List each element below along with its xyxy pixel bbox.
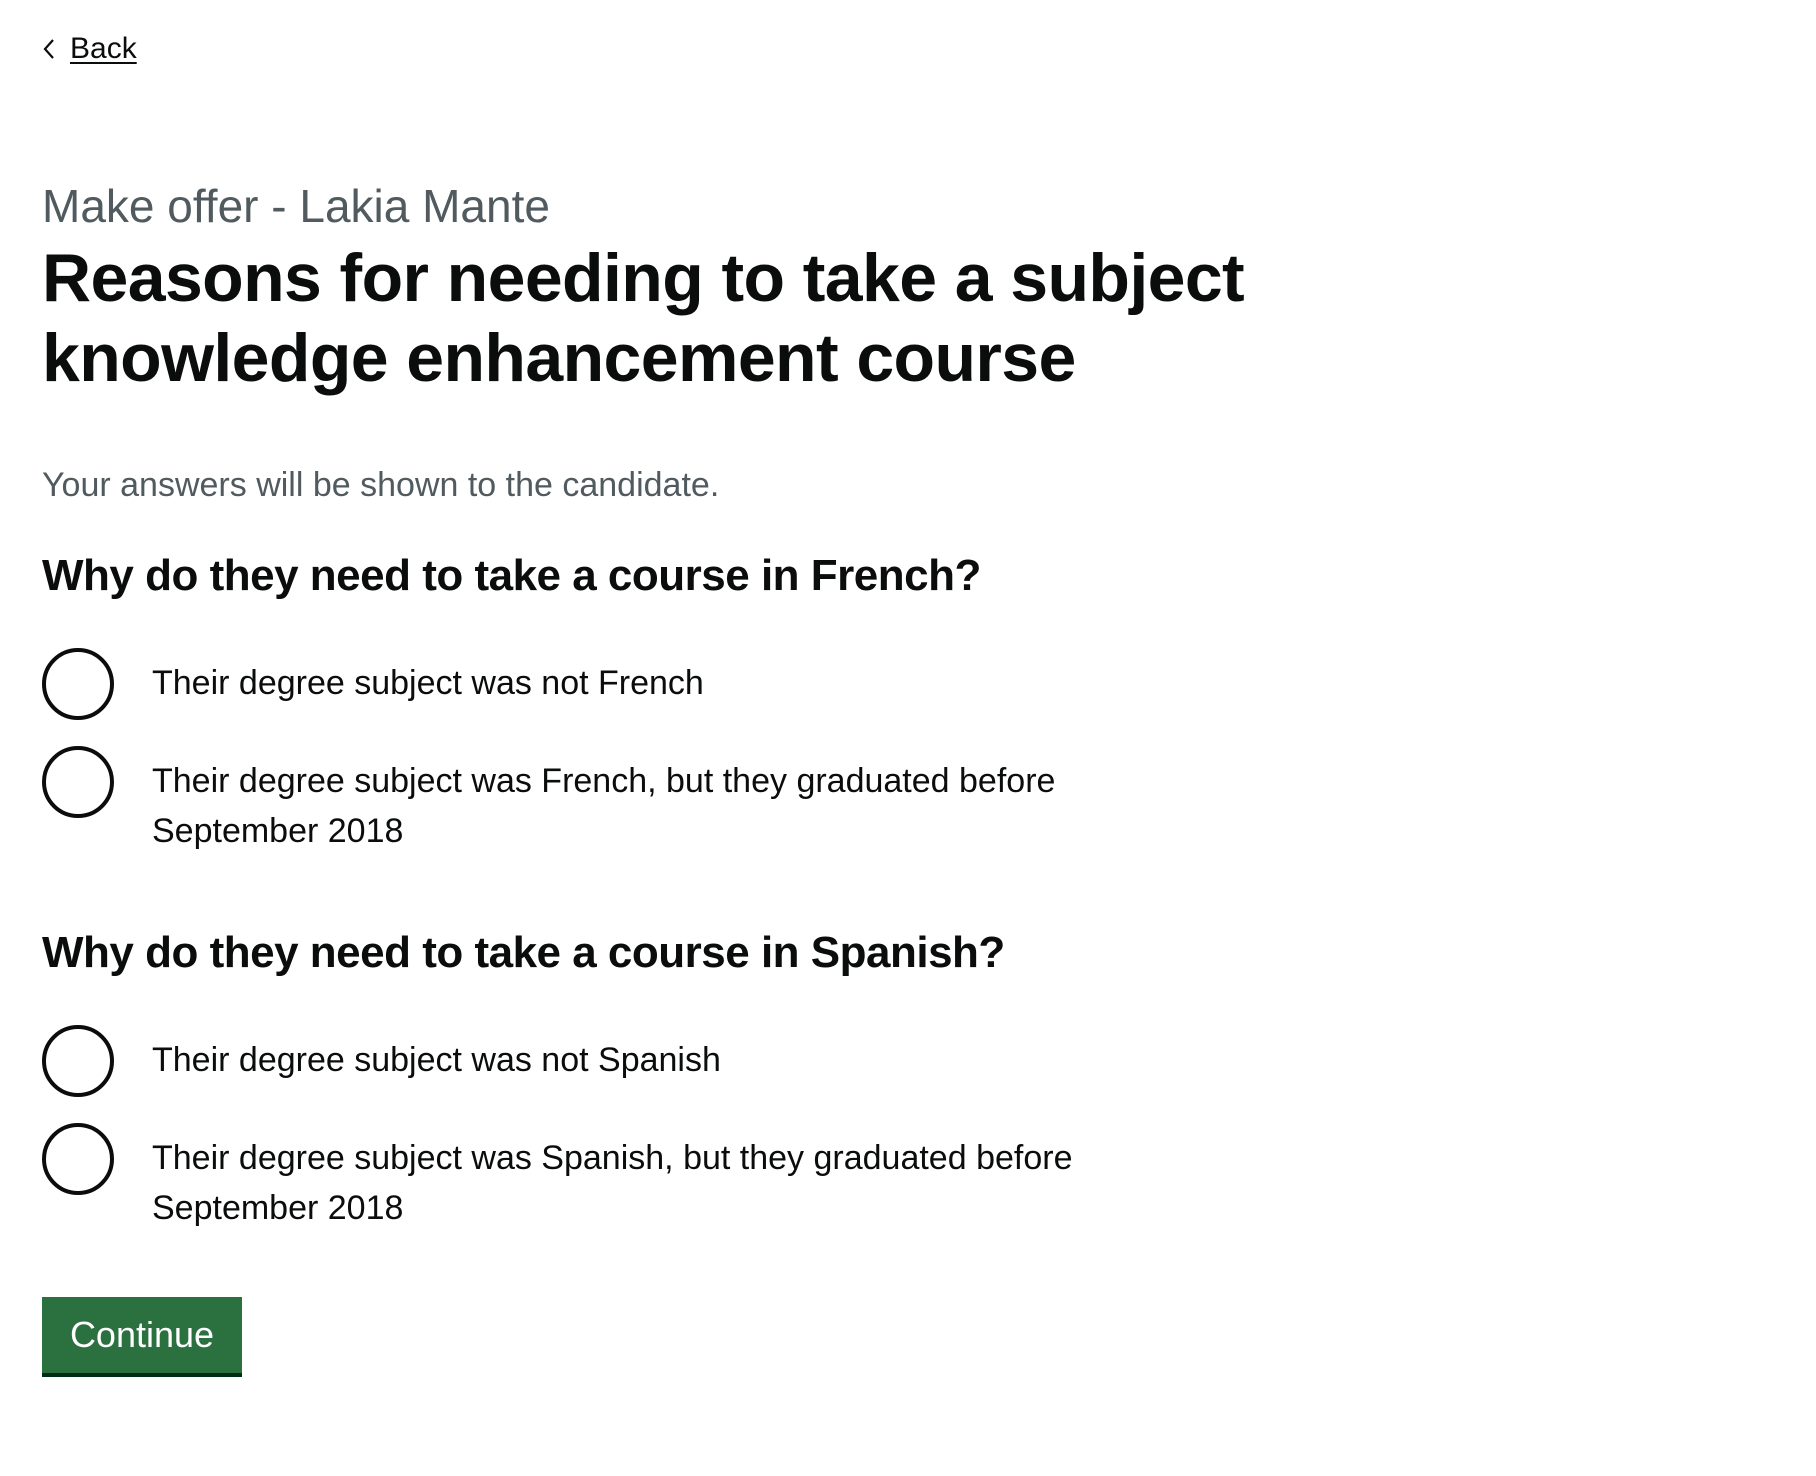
- continue-button[interactable]: Continue: [42, 1297, 242, 1373]
- radio-label[interactable]: Their degree subject was not Spanish: [152, 1025, 721, 1085]
- back-link[interactable]: Back: [42, 28, 137, 70]
- radio-label[interactable]: Their degree subject was French, but the…: [152, 746, 1152, 856]
- radio-option-spanish-before-2018[interactable]: Their degree subject was Spanish, but th…: [42, 1123, 1342, 1233]
- radio-button[interactable]: [42, 746, 114, 818]
- radio-option-french-before-2018[interactable]: Their degree subject was French, but the…: [42, 746, 1342, 856]
- back-link-label: Back: [70, 32, 137, 65]
- chevron-left-icon: [43, 39, 54, 59]
- question-spanish: Why do they need to take a course in Spa…: [42, 925, 1342, 1233]
- question-heading: Why do they need to take a course in Fre…: [42, 551, 981, 600]
- radio-label[interactable]: Their degree subject was not French: [152, 648, 704, 708]
- radio-button[interactable]: [42, 1025, 114, 1097]
- radio-label[interactable]: Their degree subject was Spanish, but th…: [152, 1123, 1152, 1233]
- page: Back Make offer - Lakia Mante Reasons fo…: [0, 0, 1816, 1476]
- radio-button[interactable]: [42, 1123, 114, 1195]
- form-hint: Your answers will be shown to the candid…: [42, 466, 720, 504]
- page-caption: Make offer - Lakia Mante: [42, 180, 550, 232]
- question-heading: Why do they need to take a course in Spa…: [42, 928, 1005, 977]
- question-french: Why do they need to take a course in Fre…: [42, 548, 1342, 856]
- page-title: Reasons for needing to take a subject kn…: [42, 240, 1245, 396]
- radio-option-not-french[interactable]: Their degree subject was not French: [42, 648, 1342, 720]
- radio-button[interactable]: [42, 648, 114, 720]
- radio-option-not-spanish[interactable]: Their degree subject was not Spanish: [42, 1025, 1342, 1097]
